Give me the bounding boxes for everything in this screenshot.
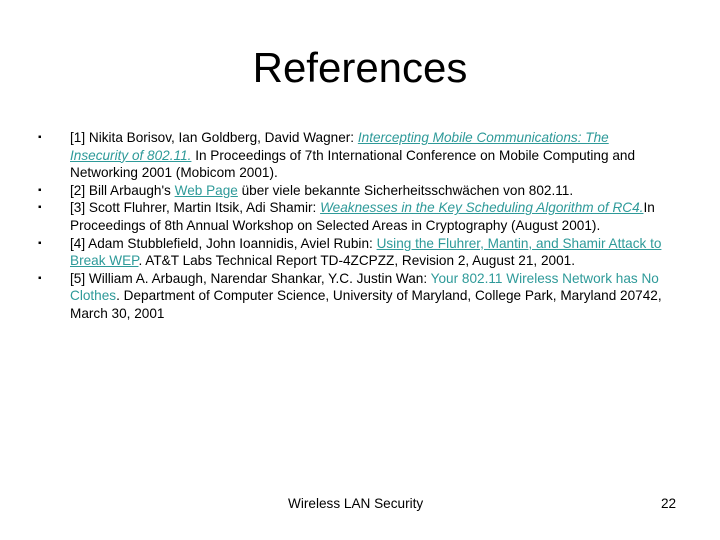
slide-title: References — [252, 44, 468, 91]
bullet-icon: ▪ — [38, 202, 42, 214]
reference-item-1: ▪ [1] Nikita Borisov, Ian Goldberg, Davi… — [38, 129, 678, 182]
reference-item-2: ▪ [2] Bill Arbaugh's Web Page über viele… — [38, 182, 678, 200]
reference-list: ▪ [1] Nikita Borisov, Ian Goldberg, Davi… — [38, 129, 678, 323]
reference-details: über viele bekannte Sicherheitsschwächen… — [237, 182, 574, 198]
reference-item-5: ▪ [5] William A. Arbaugh, Narendar Shank… — [38, 270, 678, 323]
reference-authors: [2] Bill Arbaugh's — [70, 182, 175, 198]
reference-text: [3] Scott Fluhrer, Martin Itsik, Adi Sha… — [70, 199, 670, 234]
reference-text: [1] Nikita Borisov, Ian Goldberg, David … — [70, 129, 670, 182]
reference-authors: [5] William A. Arbaugh, Narendar Shankar… — [70, 270, 431, 286]
bullet-icon: ▪ — [38, 272, 42, 284]
reference-text: [5] William A. Arbaugh, Narendar Shankar… — [70, 270, 670, 323]
reference-authors: [3] Scott Fluhrer, Martin Itsik, Adi Sha… — [70, 200, 321, 216]
footer-title: Wireless LAN Security — [288, 496, 424, 511]
reference-authors: [1] Nikita Borisov, Ian Goldberg, David … — [70, 130, 358, 145]
reference-text: [2] Bill Arbaugh's Web Page über viele b… — [70, 182, 670, 200]
reference-item-3: ▪ [3] Scott Fluhrer, Martin Itsik, Adi S… — [38, 199, 678, 234]
reference-text: [4] Adam Stubblefield, John Ioannidis, A… — [70, 235, 670, 270]
reference-authors: [4] Adam Stubblefield, John Ioannidis, A… — [70, 235, 377, 251]
bullet-icon: ▪ — [38, 132, 42, 143]
bullet-icon: ▪ — [38, 237, 42, 249]
bullet-icon: ▪ — [38, 184, 42, 196]
reference-details: . Department of Computer Science, Univer… — [70, 288, 662, 321]
reference-item-4: ▪ [4] Adam Stubblefield, John Ioannidis,… — [38, 235, 678, 270]
reference-details: . AT&T Labs Technical Report TD-4ZCPZZ, … — [138, 253, 575, 269]
reference-link[interactable]: Web Page — [175, 183, 238, 198]
page-number: 22 — [661, 496, 677, 511]
reference-link[interactable]: Weaknesses in the Key Scheduling Algorit… — [320, 200, 643, 215]
